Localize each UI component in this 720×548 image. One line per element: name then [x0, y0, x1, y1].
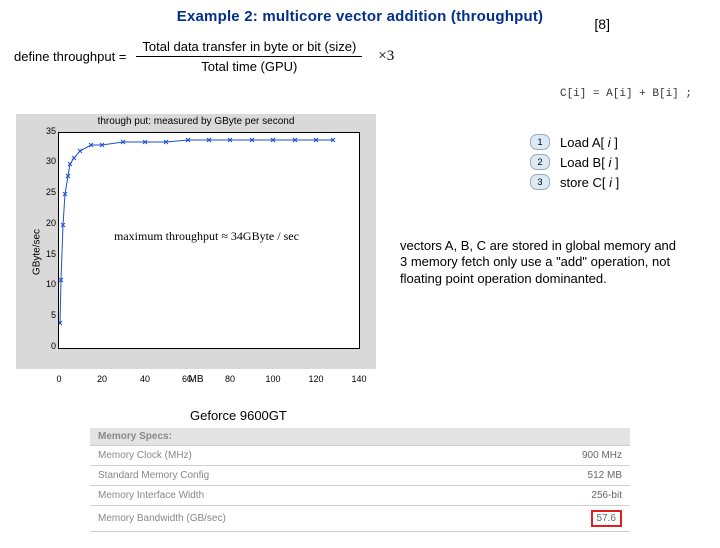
ytick: 35 — [40, 126, 56, 136]
xtick: 100 — [263, 374, 283, 384]
ytick: 20 — [40, 218, 56, 228]
ytick: 0 — [40, 341, 56, 351]
xtick: 40 — [135, 374, 155, 384]
code-snippet: C[i] = A[i] + B[i] ; — [560, 88, 692, 100]
denominator: Total time (GPU) — [195, 57, 303, 74]
throughput-plot: through put: measured by GByte per secon… — [16, 114, 376, 389]
spec-header: Memory Specs: — [90, 428, 630, 446]
plot-annotation: maximum throughput ≈ 34GByte / sec — [114, 229, 299, 244]
xtick: 60 — [177, 374, 197, 384]
page-number: [8] — [594, 16, 610, 32]
throughput-formula: define throughput = Total data transfer … — [14, 39, 720, 74]
ytick: 25 — [40, 187, 56, 197]
memory-specs-table: Memory Specs: Memory Clock (MHz)900 MHz … — [90, 428, 630, 532]
page-title: Example 2: multicore vector addition (th… — [0, 8, 720, 25]
formula-lhs: define throughput = — [14, 49, 126, 64]
table-row: Standard Memory Config512 MB — [90, 466, 630, 486]
xtick: 20 — [92, 374, 112, 384]
step-load-a: 1 Load A[ i ] — [530, 134, 690, 150]
xtick: 140 — [349, 374, 369, 384]
ytick: 10 — [40, 279, 56, 289]
plot-title: through put: measured by GByte per secon… — [16, 116, 376, 127]
memory-steps: 1 Load A[ i ] 2 Load B[ i ] 3 store C[ i… — [530, 130, 690, 194]
gpu-model-label: Geforce 9600GT — [190, 408, 287, 423]
table-row: Memory Bandwidth (GB/sec)57.6 — [90, 506, 630, 532]
step-load-b: 2 Load B[ i ] — [530, 154, 690, 170]
times-three: ×3 — [378, 48, 394, 65]
step-store-c: 3 store C[ i ] — [530, 174, 690, 190]
ytick: 30 — [40, 156, 56, 166]
fraction: Total data transfer in byte or bit (size… — [136, 39, 362, 74]
table-row: Memory Clock (MHz)900 MHz — [90, 446, 630, 466]
xtick: 80 — [220, 374, 240, 384]
numerator: Total data transfer in byte or bit (size… — [136, 39, 362, 56]
xtick: 0 — [49, 374, 69, 384]
xtick: 120 — [306, 374, 326, 384]
step-badge: 2 — [530, 154, 550, 170]
step-badge: 1 — [530, 134, 550, 150]
ytick: 5 — [40, 310, 56, 320]
explanation-text: vectors A, B, C are stored in global mem… — [400, 238, 680, 287]
table-row: Memory Interface Width256-bit — [90, 486, 630, 506]
step-badge: 3 — [530, 174, 550, 190]
ytick: 15 — [40, 249, 56, 259]
bandwidth-highlight: 57.6 — [591, 510, 622, 527]
